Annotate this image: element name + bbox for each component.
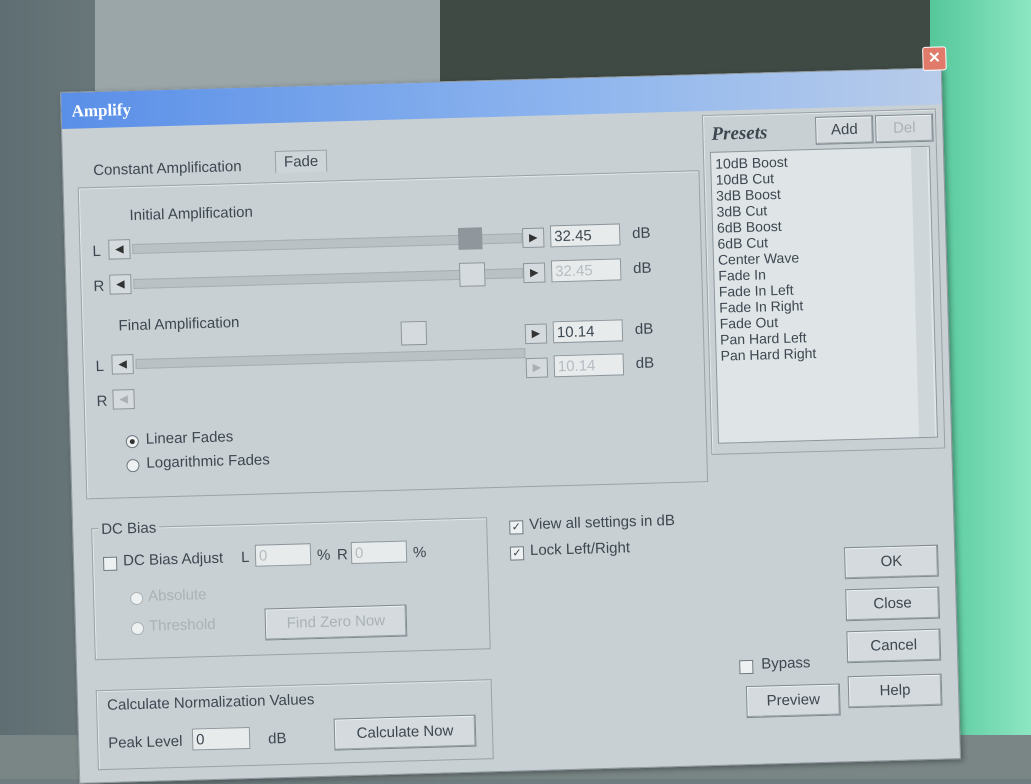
peak-level-input[interactable]: 0 [191, 726, 251, 751]
final-l-right-arrow[interactable]: ▶ [524, 323, 548, 345]
logarithmic-fades-label[interactable]: Logarithmic Fades [146, 451, 270, 471]
calculate-now-button[interactable]: Calculate Now [333, 714, 477, 751]
final-l-slider-thumb[interactable] [400, 320, 428, 346]
initial-l-left-arrow[interactable]: ◀ [108, 239, 131, 260]
final-r-db-input[interactable]: 10.14 [553, 353, 625, 378]
dc-bias-title: DC Bias [97, 519, 160, 539]
bypass-label[interactable]: Bypass [761, 654, 811, 672]
normalization-panel: Calculate Normalization Values Peak Leve… [95, 679, 494, 771]
final-l-slider[interactable] [135, 348, 526, 369]
close-button[interactable]: Close [845, 586, 941, 622]
view-all-db-label[interactable]: View all settings in dB [529, 512, 675, 533]
dc-bias-adjust-label[interactable]: DC Bias Adjust [123, 550, 223, 570]
initial-l-slider-thumb[interactable] [457, 227, 483, 250]
fade-panel: Initial Amplification L ◀ ▶ 32.45 dB R ◀… [77, 170, 709, 500]
presets-panel: Presets Add Del 10dB Boost 10dB Cut 3dB Bo… [701, 108, 946, 455]
logarithmic-fades-radio[interactable] [126, 458, 140, 473]
help-button[interactable]: Help [847, 673, 943, 709]
initial-l-unit: dB [631, 224, 651, 243]
normalization-title: Calculate Normalization Values [106, 691, 315, 714]
cancel-button[interactable]: Cancel [846, 628, 942, 664]
view-all-db-checkbox[interactable]: ✓ [509, 520, 524, 535]
peak-level-unit: dB [267, 729, 287, 748]
dc-bias-l-label: L [240, 548, 250, 567]
tab-fade[interactable]: Fade [274, 149, 328, 174]
dc-bias-l-percent: % [316, 546, 331, 565]
dialog-title: Amplify [71, 100, 132, 121]
linear-fades-label[interactable]: Linear Fades [145, 428, 233, 447]
preview-button[interactable]: Preview [745, 683, 841, 719]
dc-bias-threshold-label[interactable]: Threshold [149, 616, 216, 635]
dc-bias-r-label: R [336, 546, 349, 564]
dc-bias-absolute-label[interactable]: Absolute [148, 586, 207, 605]
presets-scrollbar[interactable] [910, 146, 935, 438]
final-amplification-label: Final Amplification [118, 314, 240, 335]
presets-title: Presets [711, 122, 768, 145]
initial-l-db-input[interactable]: 32.45 [549, 223, 621, 248]
dc-bias-r-percent: % [412, 543, 427, 562]
initial-r-right-arrow[interactable]: ▶ [522, 262, 546, 284]
initial-r-label: R [93, 277, 105, 296]
lock-left-right-checkbox[interactable]: ✓ [509, 546, 525, 561]
final-l-label: L [95, 357, 105, 376]
initial-r-left-arrow[interactable]: ◀ [109, 274, 132, 295]
linear-fades-radio[interactable] [125, 434, 139, 449]
final-r-label: R [96, 392, 108, 411]
final-l-unit: dB [634, 320, 654, 339]
find-zero-now-button[interactable]: Find Zero Now [264, 604, 408, 641]
final-l-db-input[interactable]: 10.14 [552, 319, 624, 344]
initial-l-label: L [92, 242, 102, 261]
ok-button[interactable]: OK [844, 544, 939, 580]
dc-bias-r-input[interactable]: 0 [350, 540, 408, 565]
dc-bias-absolute-radio[interactable] [129, 591, 144, 606]
presets-list[interactable]: 10dB Boost 10dB Cut 3dB Boost 3dB Cut 6dB Bo… [709, 145, 938, 444]
background-grid-area [95, 0, 455, 95]
initial-r-slider-thumb[interactable] [458, 262, 486, 287]
final-l-left-arrow[interactable]: ◀ [111, 354, 134, 375]
preset-del-button[interactable]: Del [874, 113, 934, 144]
close-icon[interactable]: ✕ [922, 46, 947, 71]
initial-amplification-label: Initial Amplification [129, 203, 254, 225]
tab-constant-amplification[interactable]: Constant Amplification [93, 158, 242, 179]
bypass-checkbox[interactable] [739, 659, 754, 675]
dc-bias-l-input[interactable]: 0 [254, 543, 312, 567]
amplify-dialog: Amplify ✕ Constant Amplification Fade In… [60, 46, 961, 784]
initial-r-unit: dB [632, 259, 652, 278]
dc-bias-panel: DC Bias DC Bias Adjust L 0 % R 0 % Absol… [91, 517, 491, 661]
final-r-unit: dB [635, 354, 655, 373]
peak-level-label: Peak Level [107, 732, 183, 752]
dc-bias-threshold-radio[interactable] [130, 621, 145, 636]
final-r-left-arrow[interactable]: ◀ [112, 389, 135, 410]
lock-left-right-label[interactable]: Lock Left/Right [530, 539, 630, 559]
dc-bias-adjust-checkbox[interactable] [102, 556, 118, 571]
initial-l-right-arrow[interactable]: ▶ [521, 227, 545, 249]
preset-add-button[interactable]: Add [814, 115, 874, 145]
final-r-right-arrow[interactable]: ▶ [525, 357, 549, 379]
initial-r-db-input[interactable]: 32.45 [550, 258, 622, 283]
